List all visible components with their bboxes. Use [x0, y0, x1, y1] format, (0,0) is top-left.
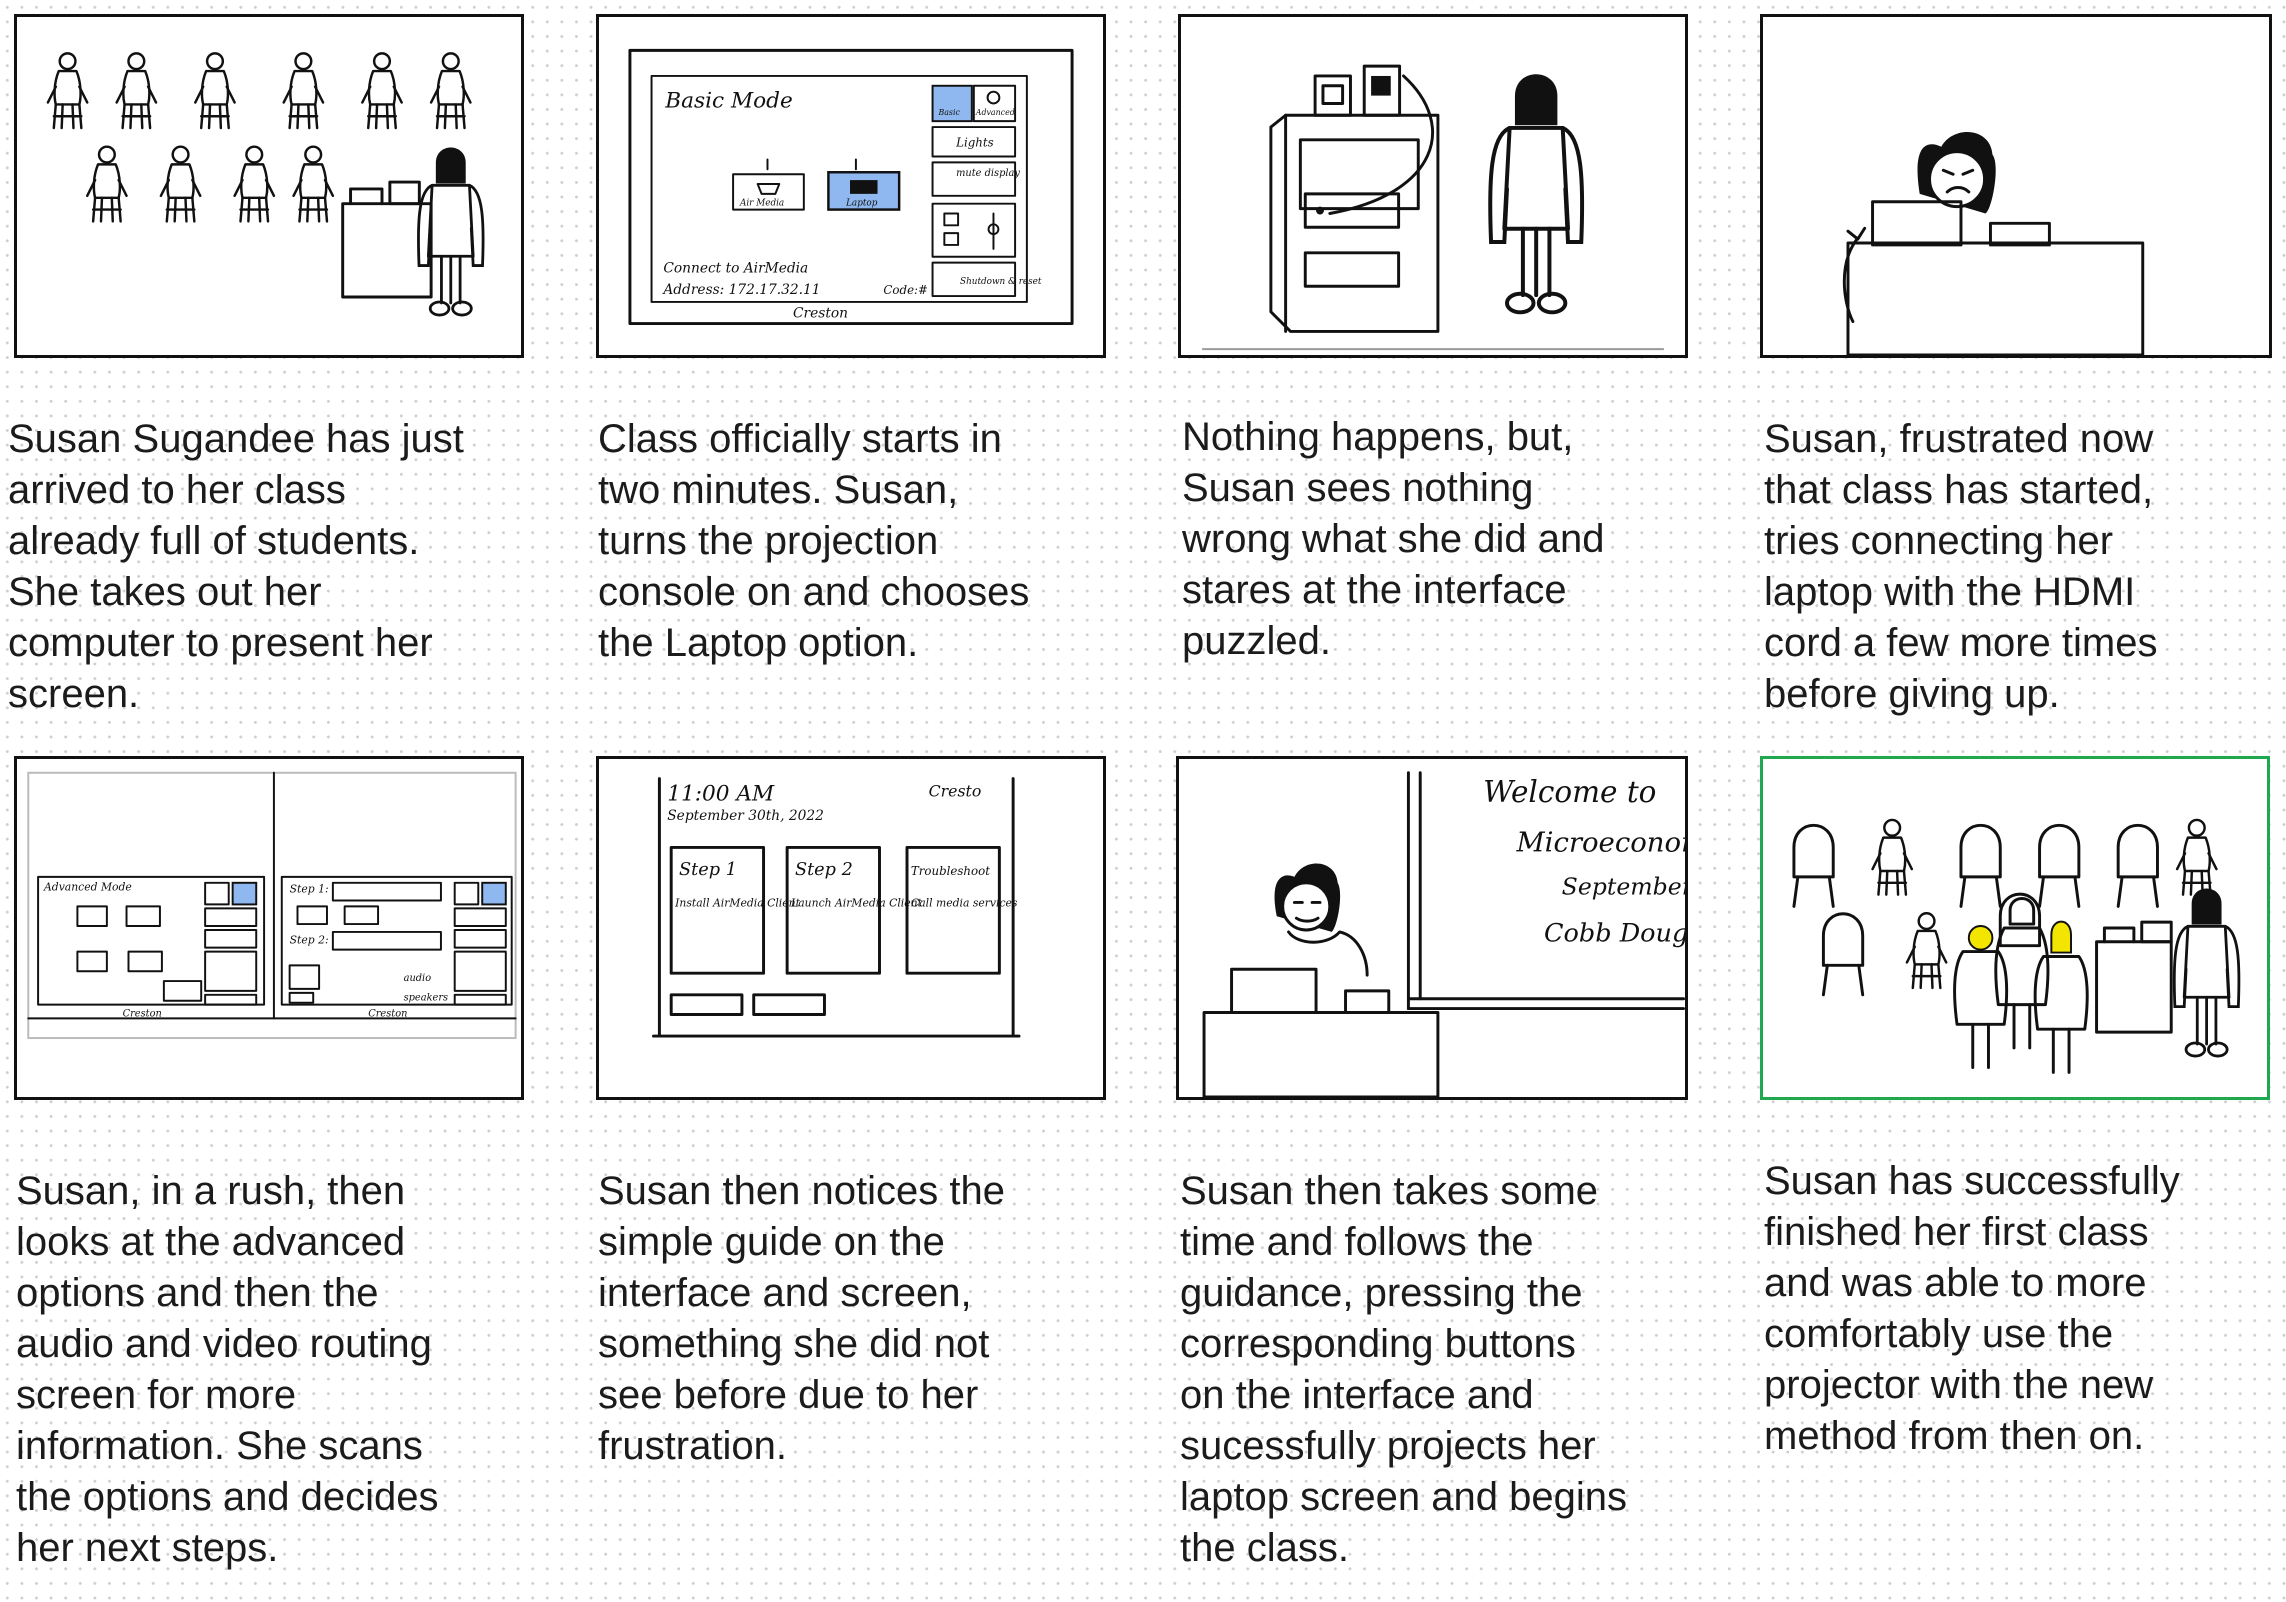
svg-text:Air Media: Air Media	[739, 199, 784, 209]
storyboard-panel-5: Advanced Mode Creston Step 1: Step 2: au…	[14, 756, 524, 1100]
panel-8-caption: Susan has successfully finished her firs…	[1764, 1159, 2180, 1458]
svg-text:Creston: Creston	[793, 306, 848, 322]
storyboard-panel-3	[1178, 14, 1688, 358]
svg-text:Step 1:: Step 1:	[290, 883, 329, 896]
svg-text:Creston: Creston	[368, 1008, 407, 1019]
svg-text:Cobb Dougl: Cobb Dougl	[1544, 919, 1685, 949]
svg-text:Step 2:: Step 2:	[290, 934, 329, 947]
panel-6-caption: Susan then notices the simple guide on t…	[598, 1169, 1005, 1468]
panel-2-caption: Class officially starts in two minutes. …	[598, 417, 1030, 665]
svg-text:Install AirMedia Client: Install AirMedia Client	[674, 896, 800, 909]
svg-text:Microeconom: Microeconom	[1516, 826, 1686, 858]
svg-text:Lights: Lights	[955, 136, 994, 150]
svg-text:Laptop: Laptop	[845, 199, 878, 209]
svg-text:September: September	[1562, 873, 1685, 901]
basic-mode-interface-sketch: Basic Mode Air Media Laptop Basic Advanc…	[628, 48, 1074, 326]
panel-1-caption: Susan Sugandee has just arrived to her c…	[8, 417, 464, 716]
svg-text:Advanced: Advanced	[975, 108, 1015, 117]
svg-text:Troubleshoot: Troubleshoot	[911, 864, 990, 878]
svg-text:11:00 AM: 11:00 AM	[667, 781, 775, 806]
svg-text:Step 1: Step 1	[679, 860, 737, 880]
panel-5-caption: Susan, in a rush, then looks at the adva…	[16, 1169, 439, 1570]
svg-text:Cresto: Cresto	[929, 781, 982, 800]
advanced-mode-interface-sketch: Advanced Mode Creston Step 1: Step 2: au…	[27, 771, 517, 1040]
panel-7-caption: Susan then takes some time and follows t…	[1180, 1169, 1627, 1570]
svg-text:Basic Mode: Basic Mode	[664, 88, 793, 113]
svg-text:Launch AirMedia Client: Launch AirMedia Client	[790, 896, 923, 909]
storyboard-panel-2: Basic Mode Air Media Laptop Basic Advanc…	[596, 14, 1106, 358]
svg-text:Connect to AirMedia: Connect to AirMedia	[663, 260, 808, 276]
projecting-welcome-sketch: Welcome to Microeconom September Cobb Do…	[1202, 771, 1686, 1097]
storyboard-panel-8	[1760, 756, 2270, 1100]
svg-text:Call media services: Call media services	[911, 896, 1018, 909]
guide-screen-sketch: 11:00 AM September 30th, 2022 Cresto Ste…	[652, 777, 1021, 1038]
class-finished-sketch	[1792, 818, 2241, 1074]
svg-text:mute display: mute display	[956, 168, 1020, 179]
storyboard-panel-7: Welcome to Microeconom September Cobb Do…	[1176, 756, 1688, 1100]
svg-text:Welcome to: Welcome to	[1483, 775, 1656, 809]
svg-text:Address: 172.17.32.11: Address: 172.17.32.11	[661, 282, 820, 298]
svg-text:September 30th, 2022: September 30th, 2022	[667, 808, 824, 824]
svg-text:Basic: Basic	[937, 108, 960, 117]
svg-text:speakers: speakers	[404, 993, 448, 1004]
svg-text:Step 2: Step 2	[795, 860, 853, 880]
panel-3-caption: Nothing happens, but, Susan sees nothing…	[1182, 415, 1605, 663]
svg-text:Shutdown & reset: Shutdown & reset	[960, 277, 1042, 287]
storyboard-panel-6: 11:00 AM September 30th, 2022 Cresto Ste…	[596, 756, 1106, 1100]
svg-text:Advanced Mode: Advanced Mode	[43, 881, 132, 894]
svg-text:Creston: Creston	[123, 1008, 162, 1019]
svg-text:audio: audio	[404, 973, 432, 984]
console-cabinet-sketch	[1202, 64, 1664, 351]
classroom-arrival-sketch	[46, 52, 485, 317]
frustrated-at-desk-sketch	[1842, 132, 2145, 355]
storyboard-panel-4	[1760, 14, 2272, 358]
svg-text:Code:#: Code:#	[883, 283, 927, 297]
storyboard-panel-1	[14, 14, 524, 358]
panel-4-caption: Susan, frustrated now that class has sta…	[1764, 417, 2158, 716]
